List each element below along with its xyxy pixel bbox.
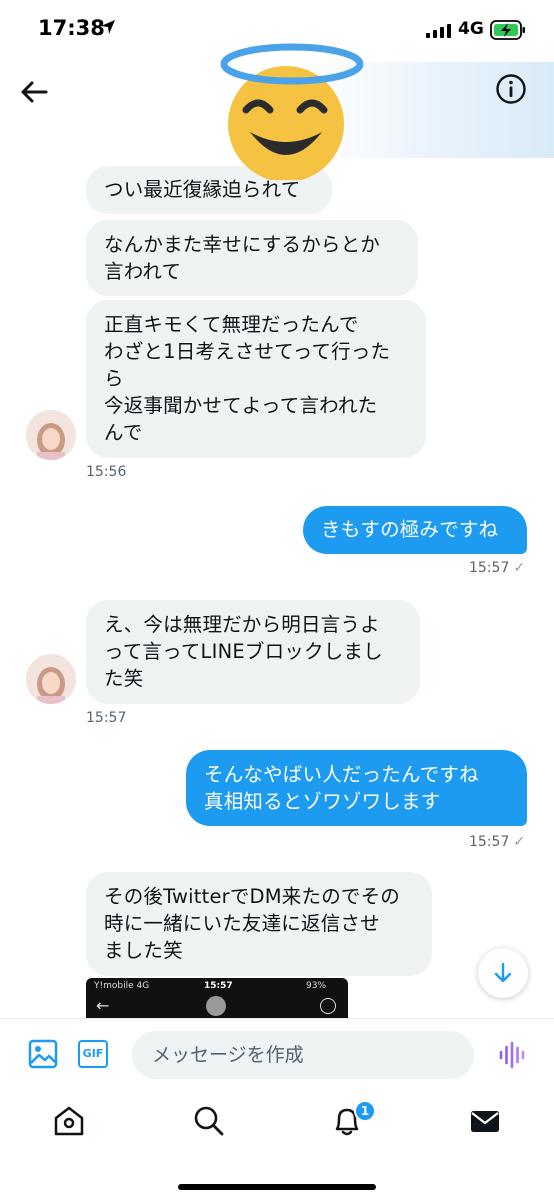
home-icon xyxy=(54,1106,84,1136)
cellular-signal-icon xyxy=(426,24,451,38)
attachment-time: 15:57 xyxy=(204,981,233,991)
sent-check-icon: ✓ xyxy=(513,560,526,576)
timestamp-text: 15:57 xyxy=(469,560,510,576)
attachment-back-icon: ← xyxy=(96,996,110,1015)
bottom-navigation: 1 xyxy=(0,1090,554,1200)
user-avatar-icon xyxy=(26,410,76,460)
back-button[interactable] xyxy=(16,74,52,110)
sent-check-icon: ✓ xyxy=(513,834,526,850)
message-bubble-incoming[interactable]: 正直キモくて無理だったんで わざと1日考えさせてって行った ら 今返事聞かせてよ… xyxy=(86,300,426,458)
gif-button[interactable]: GIF xyxy=(78,1040,108,1068)
battery-charging-icon xyxy=(490,20,525,40)
home-indicator[interactable] xyxy=(178,1184,376,1190)
message-list[interactable]: つい最近復縁迫られて なんかまた幸せにするからとか 言われて 正直キモくて無理だ… xyxy=(0,158,554,1018)
arrow-left-icon xyxy=(21,81,48,103)
message-bubble-incoming[interactable]: その後TwitterでDM来たのでその 時に一緒にいた友達に返信させ ました笑 xyxy=(86,872,432,976)
message-composer: GIF xyxy=(0,1018,554,1090)
location-arrow-icon xyxy=(101,20,115,34)
attachment-info-icon xyxy=(320,998,336,1014)
status-time: 17:38 xyxy=(38,16,105,40)
add-image-button[interactable] xyxy=(28,1039,58,1069)
nav-messages-button[interactable] xyxy=(468,1104,502,1138)
message-bubble-incoming[interactable]: え、今は無理だから明日言うよ って言ってLINEブロックしまし た笑 xyxy=(86,600,420,704)
image-icon xyxy=(28,1039,58,1069)
message-bubble-incoming[interactable]: なんかまた幸せにするからとか 言われて xyxy=(86,220,418,296)
arrow-down-icon xyxy=(494,962,512,983)
mail-icon xyxy=(471,1111,499,1132)
scroll-to-bottom-button[interactable] xyxy=(478,948,528,998)
nav-home-button[interactable] xyxy=(52,1104,86,1138)
search-icon xyxy=(194,1106,224,1136)
message-timestamp-outgoing: 15:57 ✓ xyxy=(469,560,525,576)
attachment-carrier: Y!mobile 4G xyxy=(94,981,150,991)
network-type: 4G xyxy=(458,19,484,39)
attachment-avatar xyxy=(206,996,226,1016)
message-timestamp: 15:56 xyxy=(86,464,127,480)
message-bubble-outgoing[interactable]: きもすの極みですね xyxy=(303,506,527,554)
voice-wave-icon xyxy=(499,1041,525,1069)
timestamp-text: 15:57 xyxy=(469,834,510,850)
voice-message-button[interactable] xyxy=(498,1041,526,1069)
avatar[interactable] xyxy=(26,410,76,460)
info-button[interactable] xyxy=(494,72,528,106)
message-input[interactable] xyxy=(132,1031,474,1079)
message-bubble-outgoing[interactable]: そんなやばい人だったんですね 真相知るとゾワゾワします xyxy=(186,750,527,826)
notifications-badge: 1 xyxy=(354,1100,376,1122)
user-avatar-icon xyxy=(26,654,76,704)
screenshot-attachment[interactable]: Y!mobile 4G 15:57 93% ← xyxy=(86,978,348,1018)
message-timestamp-outgoing: 15:57 ✓ xyxy=(469,834,525,850)
avatar[interactable] xyxy=(26,654,76,704)
info-circle-icon xyxy=(496,74,526,104)
smiling-face-with-halo-sticker xyxy=(220,43,364,180)
attachment-battery: 93% xyxy=(306,981,327,991)
nav-search-button[interactable] xyxy=(192,1104,226,1138)
message-timestamp: 15:57 xyxy=(86,710,127,726)
